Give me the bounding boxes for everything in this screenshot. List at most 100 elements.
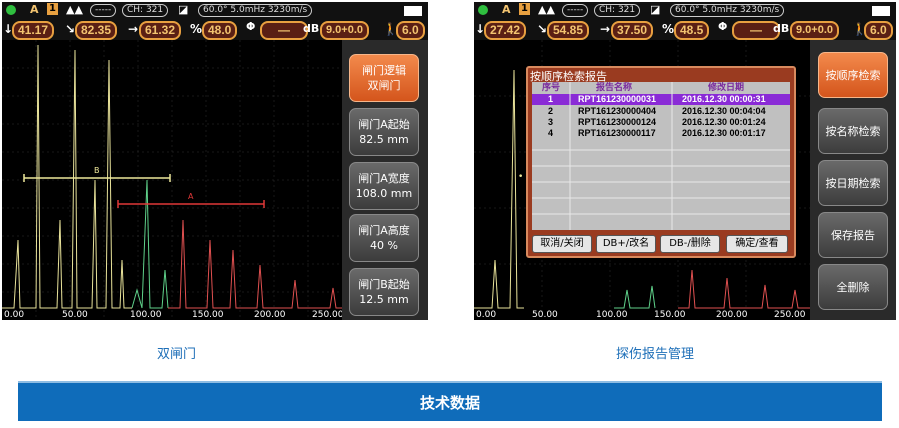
readout-step[interactable]: 6.0	[396, 21, 425, 40]
cancel-close-button[interactable]: 取消/关闭	[532, 235, 592, 253]
device-screen-dual-gate: A 1 ▲▲ ----- CH: 321 ◪ 60.0° 5.0mHz 3230…	[2, 2, 428, 320]
readout-phi-field[interactable]: —	[260, 21, 308, 40]
gate-logic-button[interactable]: 闸门逻辑 双闸门	[349, 54, 419, 102]
search-by-date-button[interactable]: 按日期检索	[818, 160, 888, 206]
device-screen-report-manager: A 1 ▲▲ ----- CH: 321 ◪ 60.0° 5.0mHz 3230…	[474, 2, 896, 320]
plot-grid	[2, 40, 342, 320]
probe-icon: ◪	[650, 3, 661, 16]
power-indicator-icon	[478, 5, 488, 15]
echo-trace-red	[168, 219, 342, 309]
gate-letter: A	[30, 3, 39, 16]
db-unit: dB	[303, 22, 320, 35]
gate-a-height-label: 闸门A高度	[358, 224, 410, 237]
readout-gain[interactable]: 9.0+0.0	[320, 21, 370, 40]
delete-all-button[interactable]: 全删除	[818, 264, 888, 310]
x-tick: 50.00	[532, 310, 558, 320]
readout-slant: 82.35	[75, 21, 118, 40]
echo-trace-red	[678, 269, 810, 309]
probe-params-pill: 60.0° 5.0mHz 3230m/s	[198, 4, 313, 17]
echo-trace-yellow	[474, 69, 524, 309]
db-minus-delete-button[interactable]: DB-/删除	[660, 235, 720, 253]
gate-a-start-button[interactable]: 闸门A起始 82.5 mm	[349, 108, 419, 156]
gate-a-width-label: 闸门A宽度	[358, 172, 410, 185]
surface-arrow-icon: →	[128, 22, 139, 36]
readout-step[interactable]: 6.0	[864, 21, 893, 40]
x-tick: 250.00	[774, 310, 806, 320]
gate-a-width-value: 108.0 mm	[355, 187, 413, 200]
x-tick: 200.00	[254, 310, 286, 320]
gate-logic-label: 闸门逻辑	[362, 64, 406, 77]
echo-trace-green	[131, 179, 169, 309]
gate-b-start-value: 12.5 mm	[359, 293, 409, 306]
rectify-icon: ▲▲	[538, 3, 555, 16]
gate-a-start-label: 闸门A起始	[358, 118, 410, 131]
x-tick: 0.00	[476, 310, 497, 320]
x-tick: 200.00	[716, 310, 748, 320]
slant-arrow-icon: ↘	[65, 22, 76, 36]
gate-a-start-value: 82.5 mm	[359, 133, 409, 146]
search-by-order-button[interactable]: 按顺序检索	[818, 52, 888, 98]
readout-depth: 27.42	[484, 21, 527, 40]
readout-bar: ↓ 41.17 ↘ 82.35 → 61.32 % 48.0 Φ — dB 9.…	[2, 18, 428, 40]
phi-mm-icon: Φ	[246, 20, 256, 33]
gate-b-start-label: 闸门B起始	[358, 278, 410, 291]
report-table: 序号 报告名称 修改日期 1 RPT161230000031 2016.12.3…	[532, 82, 790, 230]
readout-bar: ↓ 27.42 ↘ 54.85 → 37.50 % 48.5 Φ — dB 9.…	[474, 18, 896, 40]
x-tick: 150.00	[654, 310, 686, 320]
channel-pill: CH: 321	[594, 4, 641, 17]
x-tick: 50.00	[62, 310, 88, 320]
gate-b-start-button[interactable]: 闸门B起始 12.5 mm	[349, 268, 419, 316]
side-panel: 按顺序检索 按名称检索 按日期检索 保存报告 全删除	[810, 40, 896, 320]
gate-a-label: A	[188, 192, 194, 201]
x-tick: 100.00	[596, 310, 628, 320]
db-plus-rename-button[interactable]: DB+/改名	[596, 235, 656, 253]
caption-dual-gate: 双闸门	[157, 347, 197, 362]
x-tick: 250.00	[312, 310, 344, 320]
save-report-button[interactable]: 保存报告	[818, 212, 888, 258]
readout-amplitude: 48.0	[202, 21, 238, 40]
echo-trace-yellow	[2, 44, 132, 309]
gate-a-width-button[interactable]: 闸门A宽度 108.0 mm	[349, 162, 419, 210]
battery-icon	[404, 6, 422, 16]
readout-gain[interactable]: 9.0+0.0	[790, 21, 840, 40]
table-grid	[532, 82, 790, 230]
percent-icon: %	[190, 22, 203, 36]
phi-mm-icon: Φ	[718, 20, 728, 33]
x-tick: 100.00	[130, 310, 162, 320]
dash-pill: -----	[562, 4, 589, 17]
gate-letter: A	[502, 3, 511, 16]
side-panel: 闸门逻辑 双闸门 闸门A起始 82.5 mm 闸门A宽度 108.0 mm 闸门…	[342, 40, 428, 320]
readout-surface: 61.32	[139, 21, 182, 40]
dash-pill: -----	[90, 4, 117, 17]
readout-slant: 54.85	[547, 21, 590, 40]
probe-icon: ◪	[178, 3, 189, 16]
report-search-dialog: 按顺序检索报告 序号 报告名称 修改日期 1 RPT161230000031 2…	[526, 66, 796, 258]
rectify-icon: ▲▲	[66, 3, 83, 16]
gate-number-badge: 1	[47, 3, 58, 15]
readout-depth: 41.17	[12, 21, 55, 40]
gate-number-badge: 1	[519, 3, 530, 15]
gate-a-height-button[interactable]: 闸门A高度 40 %	[349, 214, 419, 262]
confirm-view-button[interactable]: 确定/查看	[726, 235, 788, 253]
x-tick: 0.00	[4, 310, 25, 320]
gate-b-label: B	[94, 166, 100, 175]
db-unit: dB	[773, 22, 790, 35]
a-scan-waveform	[2, 40, 342, 320]
search-by-name-button[interactable]: 按名称检索	[818, 108, 888, 154]
echo-trace-green	[614, 285, 656, 309]
surface-arrow-icon: →	[600, 22, 611, 36]
x-tick: 150.00	[192, 310, 224, 320]
slant-arrow-icon: ↘	[537, 22, 548, 36]
a-scan-plot: B A 0.00 50.00 100.00 150.00 200.00 250.…	[2, 40, 344, 320]
power-indicator-icon	[6, 5, 16, 15]
section-banner: 技术数据	[18, 381, 882, 421]
caption-report-manager: 探伤报告管理	[616, 347, 695, 362]
status-bar: A 1 ▲▲ ----- CH: 321 ◪ 60.0° 5.0mHz 3230…	[474, 2, 896, 18]
gate-logic-value: 双闸门	[367, 79, 401, 92]
percent-icon: %	[662, 22, 675, 36]
battery-icon	[872, 6, 890, 16]
gate-marker: •	[518, 172, 524, 182]
readout-amplitude: 48.5	[674, 21, 710, 40]
status-bar: A 1 ▲▲ ----- CH: 321 ◪ 60.0° 5.0mHz 3230…	[2, 2, 428, 18]
probe-params-pill: 60.0° 5.0mHz 3230m/s	[670, 4, 785, 17]
